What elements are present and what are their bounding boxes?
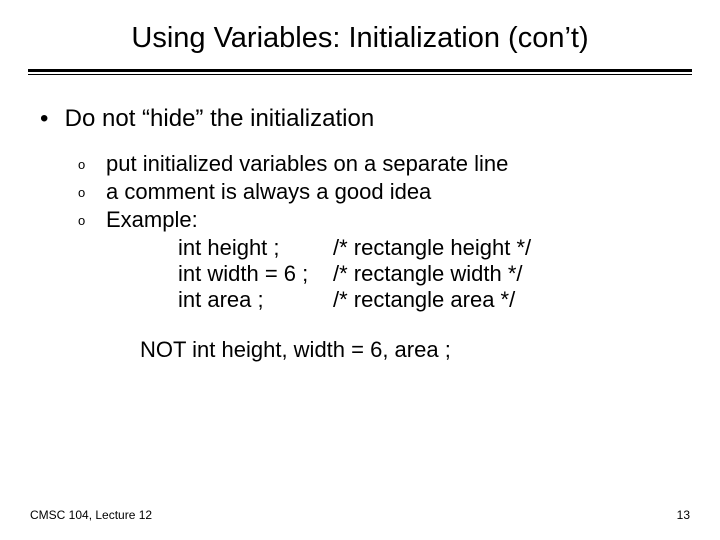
slide-body: • Do not “hide” the initialization o put… (0, 75, 720, 363)
counter-example: NOT int height, width = 6, area ; (140, 337, 680, 363)
sub-text: a comment is always a good idea (106, 179, 431, 205)
code-decl: int height ; (178, 235, 333, 261)
sub-marker: o (78, 207, 106, 228)
sub-text: put initialized variables on a separate … (106, 151, 508, 177)
sub-text: Example: (106, 207, 198, 233)
bullet-text: Do not “hide” the initialization (65, 105, 375, 132)
code-comment: /* rectangle height */ (333, 235, 680, 261)
code-line: int area ; /* rectangle area */ (178, 287, 680, 313)
code-decl: int width = 6 ; (178, 261, 333, 287)
code-comment: /* rectangle width */ (333, 261, 680, 287)
sub-item: o Example: (78, 207, 680, 233)
code-line: int width = 6 ; /* rectangle width */ (178, 261, 680, 287)
title-rule-thick (28, 69, 692, 72)
sub-item: o put initialized variables on a separat… (78, 151, 680, 177)
sub-item: o a comment is always a good idea (78, 179, 680, 205)
code-comment: /* rectangle area */ (333, 287, 680, 313)
slide-title: Using Variables: Initialization (con’t) (0, 0, 720, 65)
bullet-level1: • Do not “hide” the initialization (40, 105, 680, 133)
footer-page-number: 13 (677, 508, 690, 522)
bullet-marker: • (40, 105, 58, 133)
code-decl: int area ; (178, 287, 333, 313)
footer-left: CMSC 104, Lecture 12 (30, 508, 152, 522)
code-line: int height ; /* rectangle height */ (178, 235, 680, 261)
sub-marker: o (78, 151, 106, 172)
sub-marker: o (78, 179, 106, 200)
slide: Using Variables: Initialization (con’t) … (0, 0, 720, 540)
sub-bullets: o put initialized variables on a separat… (78, 151, 680, 233)
code-example: int height ; /* rectangle height */ int … (78, 235, 680, 313)
